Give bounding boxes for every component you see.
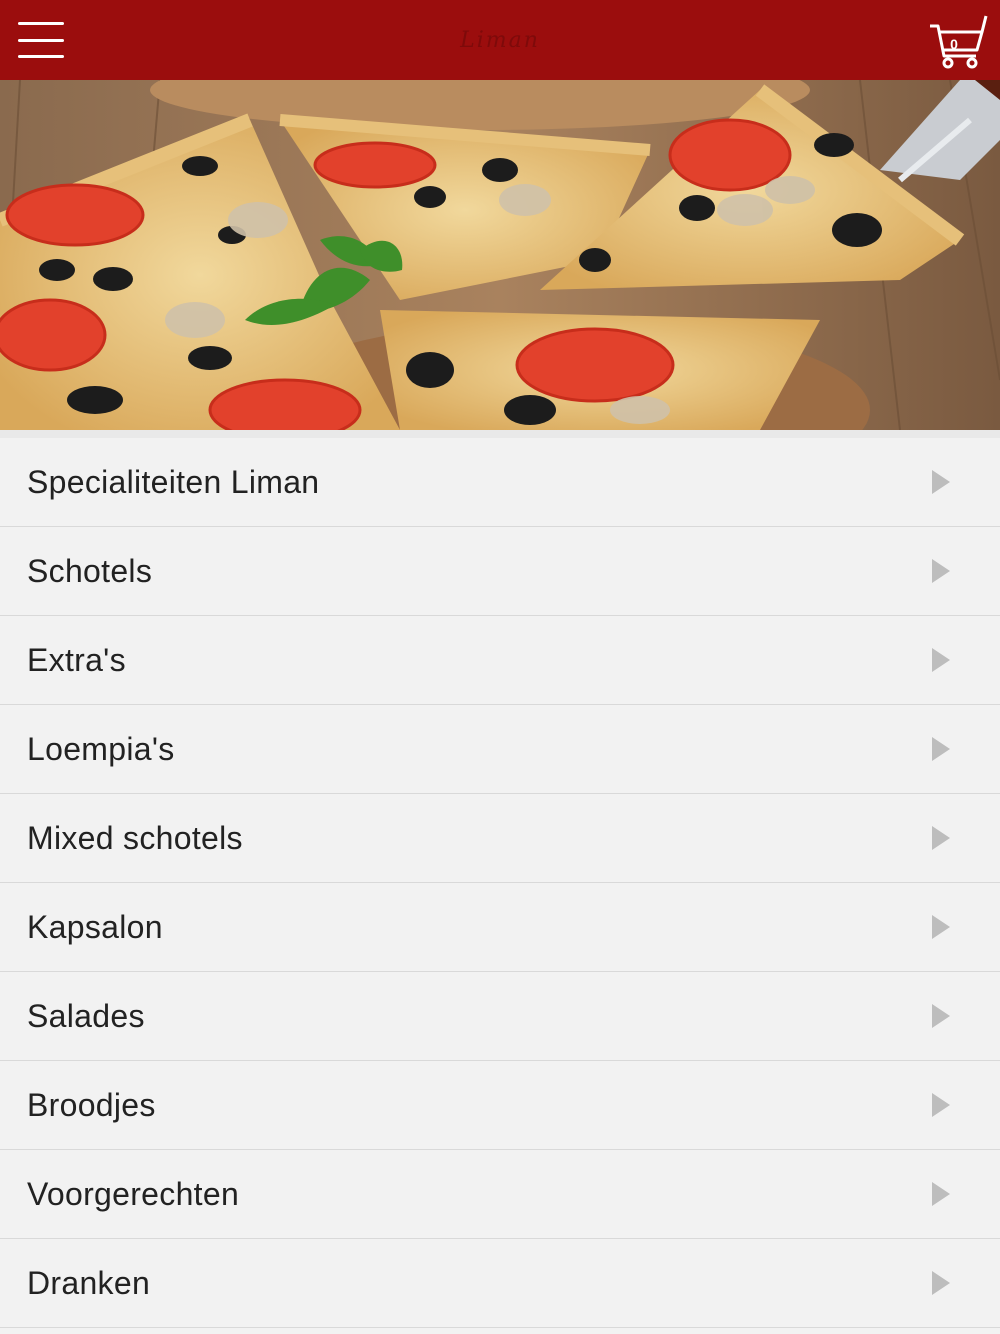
chevron-right-icon <box>932 737 950 761</box>
chevron-right-icon <box>932 826 950 850</box>
category-item-specialiteiten-liman[interactable]: Specialiteiten Liman <box>0 438 1000 527</box>
app-logo: Liman <box>460 27 540 53</box>
category-label: Dranken <box>27 1264 151 1301</box>
chevron-right-icon <box>932 1182 950 1206</box>
category-label: Broodjes <box>27 1086 156 1123</box>
cart-count-badge: 0 <box>950 36 958 52</box>
category-label: Voorgerechten <box>27 1175 240 1212</box>
pizza-photo <box>0 80 1000 430</box>
category-label: Mixed schotels <box>27 819 243 856</box>
chevron-right-icon <box>932 470 950 494</box>
chevron-right-icon <box>932 648 950 672</box>
category-label: Extra's <box>27 641 126 678</box>
category-label: Kapsalon <box>27 908 163 945</box>
chevron-right-icon <box>932 1271 950 1295</box>
chevron-right-icon <box>932 1004 950 1028</box>
chevron-right-icon <box>932 1093 950 1117</box>
shopping-cart-icon[interactable]: 0 <box>928 12 990 70</box>
category-list: Specialiteiten Liman Schotels Extra's Lo… <box>0 430 1000 1328</box>
category-label: Loempia's <box>27 730 175 767</box>
category-item-schotels[interactable]: Schotels <box>0 527 1000 616</box>
chevron-right-icon <box>932 915 950 939</box>
hamburger-menu-icon[interactable] <box>18 22 64 58</box>
category-label: Salades <box>27 997 145 1034</box>
category-item-loempias[interactable]: Loempia's <box>0 705 1000 794</box>
category-item-extras[interactable]: Extra's <box>0 616 1000 705</box>
hero-image <box>0 80 1000 430</box>
chevron-right-icon <box>932 559 950 583</box>
category-item-voorgerechten[interactable]: Voorgerechten <box>0 1150 1000 1239</box>
category-item-dranken[interactable]: Dranken <box>0 1239 1000 1328</box>
category-item-salades[interactable]: Salades <box>0 972 1000 1061</box>
category-item-broodjes[interactable]: Broodjes <box>0 1061 1000 1150</box>
category-label: Specialiteiten Liman <box>27 463 320 500</box>
category-item-kapsalon[interactable]: Kapsalon <box>0 883 1000 972</box>
app-header: Liman 0 <box>0 0 1000 80</box>
category-item-mixed-schotels[interactable]: Mixed schotels <box>0 794 1000 883</box>
category-label: Schotels <box>27 552 153 589</box>
